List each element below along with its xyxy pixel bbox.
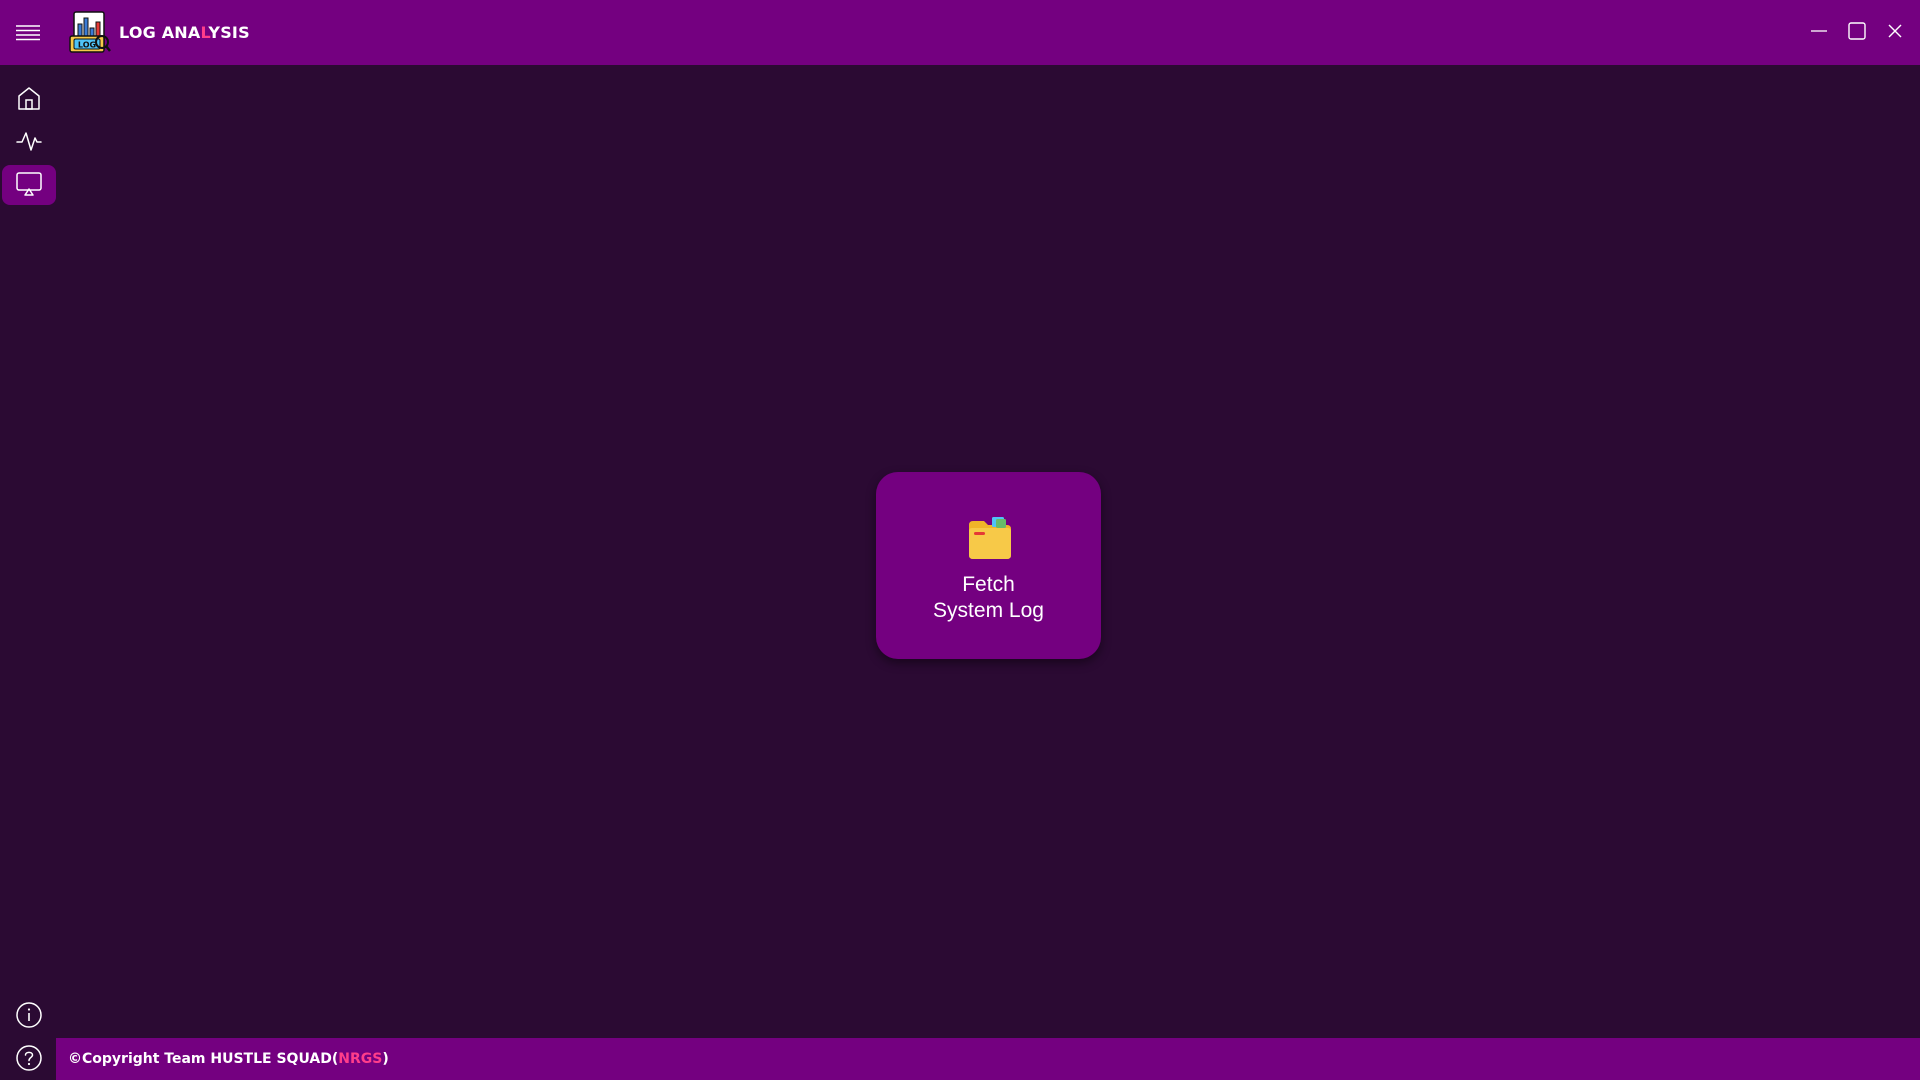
home-icon bbox=[15, 84, 43, 117]
copyright-prefix: ©Copyright Team HUSTLE SQUAD( bbox=[68, 1051, 339, 1067]
close-icon[interactable] bbox=[1884, 20, 1906, 42]
sidebar bbox=[0, 65, 56, 1080]
copyright-team-code: NRGS bbox=[338, 1051, 383, 1067]
app-title-part2: YSIS bbox=[208, 23, 250, 42]
sidebar-item-info[interactable] bbox=[2, 997, 56, 1037]
maximize-icon[interactable] bbox=[1846, 20, 1868, 42]
sidebar-item-help[interactable] bbox=[2, 1040, 56, 1080]
sidebar-item-activity[interactable] bbox=[2, 123, 56, 163]
minimize-icon[interactable] bbox=[1808, 20, 1830, 42]
hamburger-menu-icon[interactable] bbox=[14, 22, 42, 44]
help-icon bbox=[15, 1044, 43, 1077]
fetch-button-label: Fetch System Log bbox=[876, 572, 1101, 624]
window-controls bbox=[1808, 20, 1906, 42]
copyright-suffix: ) bbox=[382, 1051, 389, 1067]
sidebar-item-display[interactable] bbox=[2, 165, 56, 205]
copyright-text: ©Copyright Team HUSTLE SQUAD(NRGS) bbox=[68, 1051, 389, 1067]
app-title-part1: LOG ANA bbox=[119, 23, 201, 42]
app-logo: LOG bbox=[68, 10, 112, 56]
pulse-icon bbox=[15, 127, 43, 160]
app-title: LOG ANALYSIS bbox=[119, 23, 250, 42]
fetch-system-log-button[interactable]: Fetch System Log bbox=[876, 472, 1101, 659]
footer-bar: ©Copyright Team HUSTLE SQUAD(NRGS) bbox=[56, 1038, 1920, 1080]
fetch-button-label-line1: Fetch bbox=[962, 573, 1015, 596]
sidebar-item-home[interactable] bbox=[2, 80, 56, 120]
info-icon bbox=[15, 1001, 43, 1034]
logo-text: LOG bbox=[78, 41, 96, 50]
fetch-button-label-line2: System Log bbox=[933, 599, 1044, 622]
screen-icon bbox=[15, 169, 43, 202]
title-bar: LOG LOG ANALYSIS bbox=[0, 0, 1920, 65]
folder-icon bbox=[966, 515, 1014, 561]
